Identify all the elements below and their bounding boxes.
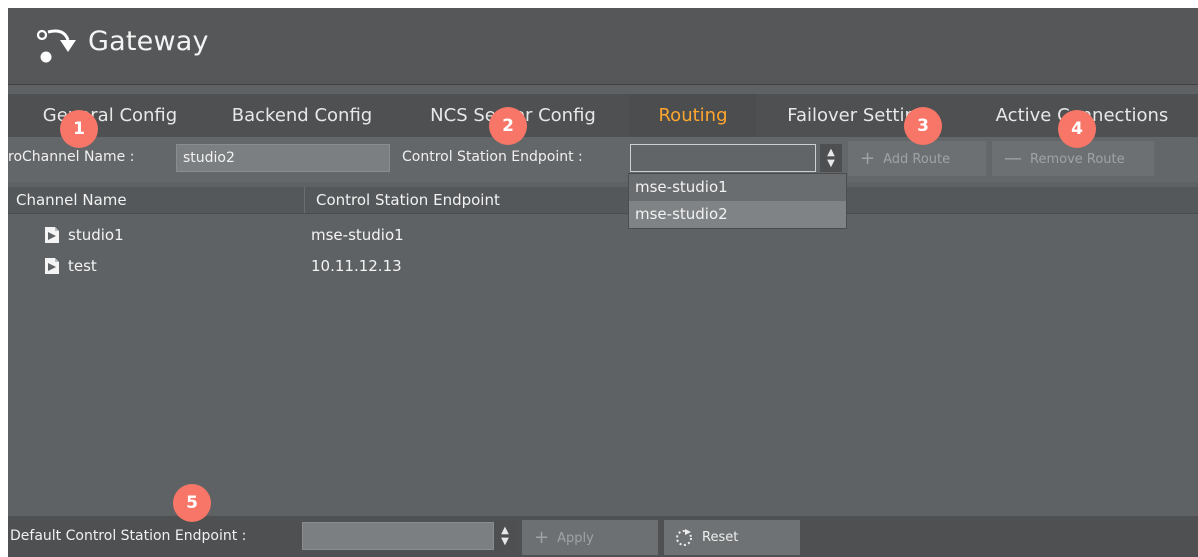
- caret-up-icon: ▲: [501, 525, 509, 536]
- column-separator[interactable]: [304, 187, 305, 213]
- channel-name-cell: test: [68, 257, 97, 275]
- caret-down-icon: ▼: [501, 536, 509, 547]
- default-endpoint-input[interactable]: [302, 522, 494, 550]
- callout-marker-1: 1: [60, 110, 98, 148]
- channel-name-label: roChannel Name :: [8, 149, 135, 165]
- table-row[interactable]: studio1 mse-studio1: [8, 219, 1198, 251]
- table-header: Channel Name Control Station Endpoint: [8, 187, 1198, 214]
- reset-button[interactable]: Reset: [664, 520, 800, 555]
- document-icon: [45, 227, 59, 243]
- endpoint-cell: mse-studio1: [311, 226, 404, 244]
- app-title: Gateway: [88, 26, 209, 57]
- plus-icon: +: [534, 527, 550, 548]
- channel-name-cell: studio1: [68, 226, 124, 244]
- endpoint-cell: 10.11.12.13: [311, 257, 402, 275]
- callout-marker-2: 2: [489, 107, 527, 145]
- endpoint-combo-input[interactable]: [630, 144, 816, 172]
- dropdown-option-mse-studio1[interactable]: mse-studio1: [629, 174, 846, 201]
- routes-table: Channel Name Control Station Endpoint st…: [8, 187, 1198, 516]
- callout-marker-4: 4: [1058, 110, 1096, 148]
- tab-bar: General Config Backend Config NCS Server…: [8, 94, 1198, 137]
- gateway-window: Gateway General Config Backend Config NC…: [8, 8, 1198, 557]
- document-icon: [45, 258, 59, 274]
- reset-icon: [676, 529, 692, 546]
- reset-label: Reset: [702, 530, 739, 545]
- column-channel-name[interactable]: Channel Name: [16, 187, 127, 213]
- remove-route-label: Remove Route: [1030, 152, 1125, 167]
- routing-toolbar: roChannel Name : studio2 Control Station…: [8, 137, 1198, 182]
- caret-up-icon: ▲: [827, 147, 835, 158]
- apply-button[interactable]: + Apply: [522, 520, 658, 555]
- minus-icon: —: [1004, 148, 1022, 169]
- callout-marker-3: 3: [904, 107, 942, 145]
- tab-general-config[interactable]: General Config: [30, 94, 190, 137]
- endpoint-label: Control Station Endpoint :: [402, 149, 583, 165]
- bottom-bar: Default Control Station Endpoint : ▲ ▼ +…: [8, 516, 1198, 557]
- add-route-label: Add Route: [883, 152, 951, 167]
- plus-icon: +: [860, 148, 876, 169]
- dropdown-option-mse-studio2[interactable]: mse-studio2: [629, 201, 846, 228]
- default-endpoint-label: Default Control Station Endpoint :: [10, 528, 247, 544]
- column-control-station-endpoint[interactable]: Control Station Endpoint: [316, 187, 500, 213]
- endpoint-dropdown-list: mse-studio1 mse-studio2: [628, 173, 847, 229]
- tab-routing[interactable]: Routing: [630, 94, 756, 137]
- table-row[interactable]: test 10.11.12.13: [8, 250, 1198, 282]
- default-endpoint-spin-button[interactable]: ▲ ▼: [494, 522, 516, 550]
- tab-backend-config[interactable]: Backend Config: [220, 94, 384, 137]
- title-bar: Gateway: [8, 8, 1198, 85]
- endpoint-spin-button[interactable]: ▲ ▼: [820, 144, 842, 172]
- channel-name-input[interactable]: studio2: [176, 144, 390, 172]
- callout-marker-5: 5: [173, 484, 211, 522]
- apply-label: Apply: [557, 531, 594, 546]
- add-route-button[interactable]: + Add Route: [848, 141, 986, 176]
- gateway-arrow-icon: [36, 29, 76, 63]
- caret-down-icon: ▼: [827, 158, 835, 169]
